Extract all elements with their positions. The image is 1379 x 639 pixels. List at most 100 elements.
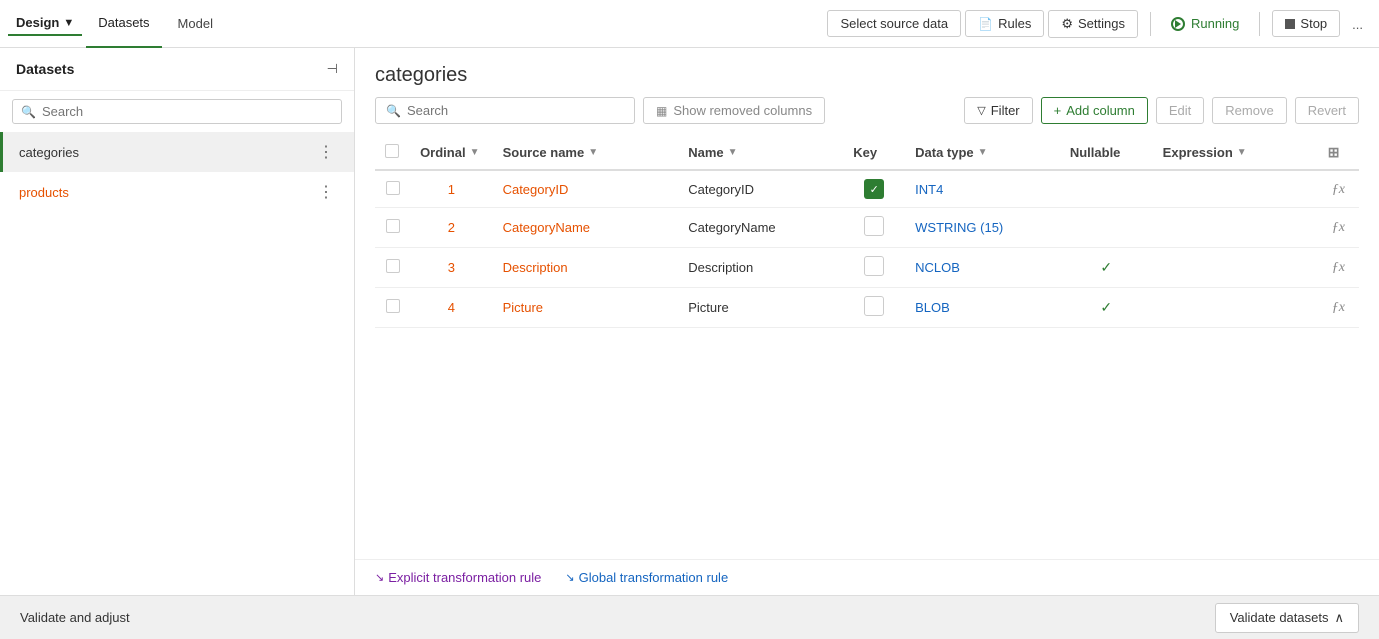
table-header-row: Ordinal ▼ Source name ▼ <box>375 136 1359 170</box>
cell-source-2: Description <box>493 248 679 288</box>
filter-label: Filter <box>991 103 1020 118</box>
row-checkbox-3[interactable] <box>386 299 400 313</box>
footer-label: Validate and adjust <box>20 610 130 625</box>
divider2 <box>1259 12 1260 36</box>
edit-label: Edit <box>1169 103 1191 118</box>
explicit-transform-label: Explicit transformation rule <box>388 570 541 585</box>
select-source-label: Select source data <box>840 16 948 31</box>
header-checkbox[interactable] <box>385 144 399 158</box>
revert-button[interactable]: Revert <box>1295 97 1359 124</box>
cell-fx-1[interactable]: ƒx <box>1318 208 1359 248</box>
select-source-button[interactable]: Select source data <box>827 10 961 37</box>
source-name-label: Source name <box>503 145 585 160</box>
cell-name-3: Picture <box>678 288 843 328</box>
panel-toolbar: 🔍 ▦ Show removed columns ▽ Filter + Add … <box>355 97 1379 136</box>
th-checkbox <box>375 136 410 170</box>
ordinal-sort-icon[interactable]: ▼ <box>470 147 480 158</box>
transform-bar: ↘ Explicit transformation rule ↘ Global … <box>355 559 1379 595</box>
cell-source-1: CategoryName <box>493 208 679 248</box>
table-icon: ▦ <box>656 104 667 118</box>
show-removed-button[interactable]: ▦ Show removed columns <box>643 97 825 124</box>
cell-datatype-2: NCLOB <box>905 248 1060 288</box>
fx-icon-2[interactable]: ƒx <box>1332 260 1345 275</box>
fx-icon-1[interactable]: ƒx <box>1332 220 1345 235</box>
cell-fx-2[interactable]: ƒx <box>1318 248 1359 288</box>
model-tab[interactable]: Model <box>166 0 225 48</box>
design-chevron-icon: ▼ <box>63 17 74 29</box>
cell-nullable-0 <box>1060 170 1153 208</box>
panel-search-input[interactable] <box>407 103 624 118</box>
source-sort-icon[interactable]: ▼ <box>588 147 598 158</box>
row-checkbox-0[interactable] <box>386 181 400 195</box>
sidebar-title: Datasets <box>16 61 74 77</box>
edit-button[interactable]: Edit <box>1156 97 1204 124</box>
collapse-sidebar-button[interactable]: ⊣ <box>327 60 338 78</box>
more-button[interactable]: ... <box>1344 9 1371 38</box>
design-button[interactable]: Design ▼ <box>8 11 82 36</box>
name-sort-icon[interactable]: ▼ <box>728 147 738 158</box>
panel-title: categories <box>355 48 1379 97</box>
row-checkbox-cell <box>375 170 410 208</box>
cell-ordinal-1: 2 <box>410 208 493 248</box>
global-arrow-icon: ↘ <box>565 571 574 584</box>
right-panel: categories 🔍 ▦ Show removed columns ▽ Fi… <box>355 48 1379 595</box>
footer: Validate and adjust Validate datasets ∧ <box>0 595 1379 639</box>
divider <box>1150 12 1151 36</box>
ellipsis-icon: ... <box>1352 17 1363 32</box>
grid-icon[interactable]: ⊞ <box>1328 144 1340 160</box>
settings-button[interactable]: ⚙ Settings <box>1048 10 1138 38</box>
running-button[interactable]: Running <box>1163 12 1247 35</box>
cell-ordinal-3: 4 <box>410 288 493 328</box>
datatype-sort-icon[interactable]: ▼ <box>978 147 988 158</box>
running-label: Running <box>1191 16 1239 31</box>
cell-key-2 <box>843 248 905 288</box>
global-transform-link[interactable]: ↘ Global transformation rule <box>565 570 728 585</box>
sidebar-item-products-menu[interactable]: ⋮ <box>314 180 338 204</box>
datasets-tab[interactable]: Datasets <box>86 0 161 48</box>
cell-key-0: ✓ <box>843 170 905 208</box>
settings-label: Settings <box>1078 16 1125 31</box>
top-bar: Design ▼ Datasets Model Select source da… <box>0 0 1379 48</box>
stop-icon <box>1285 19 1295 29</box>
sidebar-item-categories-menu[interactable]: ⋮ <box>314 140 338 164</box>
expression-sort-icon[interactable]: ▼ <box>1237 147 1247 158</box>
revert-label: Revert <box>1308 103 1346 118</box>
add-column-button[interactable]: + Add column <box>1041 97 1148 124</box>
cell-key-3 <box>843 288 905 328</box>
th-nullable: Nullable <box>1060 136 1153 170</box>
th-ordinal: Ordinal ▼ <box>410 136 493 170</box>
fx-icon-3[interactable]: ƒx <box>1332 300 1345 315</box>
row-checkbox-1[interactable] <box>386 219 400 233</box>
rules-button[interactable]: 📄 Rules <box>965 10 1044 37</box>
explicit-transform-link[interactable]: ↘ Explicit transformation rule <box>375 570 541 585</box>
sidebar-item-categories[interactable]: categories ⋮ <box>0 132 354 172</box>
panel-search-box: 🔍 <box>375 97 635 124</box>
cell-fx-0[interactable]: ƒx <box>1318 170 1359 208</box>
fx-icon-0[interactable]: ƒx <box>1332 182 1345 197</box>
table-row: 3 Description Description NCLOB ✓ ƒx <box>375 248 1359 288</box>
explicit-arrow-icon: ↘ <box>375 571 384 584</box>
columns-table: Ordinal ▼ Source name ▼ <box>375 136 1359 328</box>
table-row: 4 Picture Picture BLOB ✓ ƒx <box>375 288 1359 328</box>
cell-nullable-1 <box>1060 208 1153 248</box>
nullable-checkmark: ✓ <box>1100 299 1112 315</box>
key-unchecked-box <box>864 296 884 316</box>
ordinal-label: Ordinal <box>420 145 466 160</box>
validate-datasets-button[interactable]: Validate datasets ∧ <box>1215 603 1359 633</box>
sidebar-item-products[interactable]: products ⋮ <box>0 172 354 212</box>
filter-button[interactable]: ▽ Filter <box>964 97 1032 124</box>
search-icon: 🔍 <box>21 105 36 119</box>
filter-icon: ▽ <box>977 104 985 117</box>
cell-expression-2 <box>1153 248 1318 288</box>
nullable-checkmark: ✓ <box>1100 259 1112 275</box>
cell-ordinal-0: 1 <box>410 170 493 208</box>
cell-expression-3 <box>1153 288 1318 328</box>
stop-button[interactable]: Stop <box>1272 10 1340 37</box>
sidebar-search-input[interactable] <box>42 104 333 119</box>
add-column-label: Add column <box>1066 103 1135 118</box>
remove-button[interactable]: Remove <box>1212 97 1286 124</box>
row-checkbox-2[interactable] <box>386 259 400 273</box>
cell-name-1: CategoryName <box>678 208 843 248</box>
cell-fx-3[interactable]: ƒx <box>1318 288 1359 328</box>
collapse-icon: ⊣ <box>327 61 338 76</box>
